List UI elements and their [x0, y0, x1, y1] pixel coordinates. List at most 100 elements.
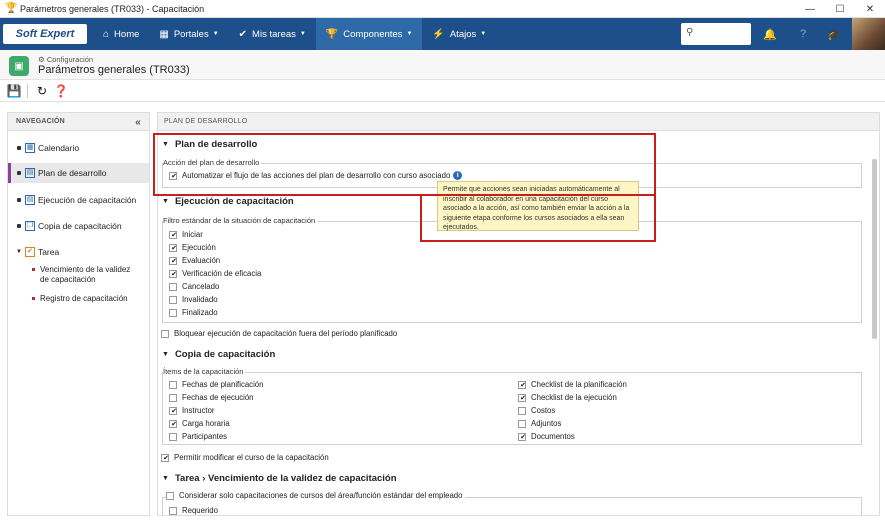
help-icon[interactable]: ?: [790, 18, 816, 50]
checkbox[interactable]: [161, 329, 169, 338]
toolbar-divider: [27, 84, 28, 98]
checkbox[interactable]: [169, 308, 177, 317]
nav-atajos[interactable]: ⚡ Atajos ▼: [422, 18, 496, 50]
filter-option-finalizado[interactable]: Finalizado: [169, 308, 218, 317]
checkbox[interactable]: [169, 295, 177, 304]
minimize-icon[interactable]: —: [795, 0, 825, 18]
copy-item-instructor[interactable]: Instructor: [169, 406, 215, 415]
copy-item-participantes[interactable]: Participantes: [169, 432, 227, 441]
group-label: Filtro estándar de la situación de capac…: [163, 216, 318, 225]
navigation-panel: NAVEGACIÓN « ▦ Calendario ▤ Plan de desa…: [7, 112, 150, 516]
copy-item-fechas-ejecucion[interactable]: Fechas de ejecución: [169, 393, 254, 402]
filter-option-evaluacion[interactable]: Evaluación: [169, 256, 220, 265]
checkbox[interactable]: [169, 380, 177, 389]
section-title: Copia de capacitación: [174, 349, 276, 360]
checkbox-label: Instructor: [182, 406, 215, 415]
save-icon[interactable]: 💾: [6, 83, 22, 99]
bullet-icon: [32, 268, 35, 271]
checkbox-label: Adjuntos: [531, 419, 562, 428]
nav-subitem-registro[interactable]: Registro de capacitación: [32, 294, 145, 304]
filter-option-cancelado[interactable]: Cancelado: [169, 282, 219, 291]
maximize-icon[interactable]: ☐: [825, 0, 855, 18]
avatar[interactable]: [852, 18, 885, 50]
nav-subitem-vencimiento[interactable]: Vencimiento de la validez de capacitació…: [32, 265, 140, 285]
graduation-cap-icon[interactable]: 🎓: [821, 18, 847, 50]
checkbox-label: Fechas de ejecución: [182, 393, 254, 402]
requerido-option[interactable]: Requerido: [169, 506, 218, 515]
nav-item-copia-de-capacitacion[interactable]: ❐ Copia de capacitación: [8, 219, 149, 233]
plan-icon: ▤: [25, 168, 35, 178]
highlight-box-bottom: [156, 194, 420, 196]
section-ejecucion-de-capacitacion[interactable]: ▼ Ejecución de capacitación: [162, 196, 294, 207]
bullet-icon: [32, 297, 35, 300]
checkbox[interactable]: [169, 243, 178, 252]
collapse-icon[interactable]: «: [135, 117, 141, 128]
checkbox[interactable]: [169, 269, 178, 278]
section-copia-de-capacitacion[interactable]: ▼ Copia de capacitación: [162, 349, 275, 360]
filter-option-invalidado[interactable]: Invalidado: [169, 295, 218, 304]
refresh-icon[interactable]: ↻: [34, 83, 50, 99]
window-title: Parámetros generales (TR033) - Capacitac…: [20, 3, 205, 14]
checkbox-label: Considerar solo capacitaciones de cursos…: [179, 491, 463, 500]
filter-option-verificacion[interactable]: Verificación de eficacia: [169, 269, 261, 278]
highlight-box-extension: [420, 194, 656, 242]
bullet-icon: [17, 198, 21, 202]
checkbox[interactable]: [169, 406, 178, 415]
checkbox[interactable]: [161, 453, 170, 462]
block-execution-option[interactable]: Bloquear ejecución de capacitación fuera…: [161, 329, 397, 338]
checkbox[interactable]: [169, 419, 178, 428]
nav-componentes[interactable]: 🏆 Componentes ▼: [315, 18, 423, 50]
checkbox[interactable]: [169, 393, 177, 402]
copy-item-checklist-planificacion[interactable]: Checklist de la planificación: [518, 380, 627, 389]
checkbox[interactable]: [169, 432, 177, 441]
checkbox[interactable]: [518, 406, 526, 415]
checkbox[interactable]: [518, 432, 527, 441]
copy-item-costos[interactable]: Costos: [518, 406, 555, 415]
breadcrumb[interactable]: ⚙ Configuración: [38, 55, 93, 64]
copy-item-checklist-ejecucion[interactable]: Checklist de la ejecución: [518, 393, 617, 402]
checkbox-label: Invalidado: [182, 295, 218, 304]
checkbox[interactable]: [518, 419, 526, 428]
close-icon[interactable]: ✕: [855, 0, 885, 18]
nav-mis-tareas[interactable]: ✔ Mis tareas ▼: [229, 18, 316, 50]
nav-subitem-label: Registro de capacitación: [40, 294, 128, 303]
section-title: Tarea › Vencimiento de la validez de cap…: [174, 473, 397, 484]
copy-item-adjuntos[interactable]: Adjuntos: [518, 419, 561, 428]
nav-item-ejecucion-de-capacitacion[interactable]: ▤ Ejecución de capacitación: [8, 193, 149, 207]
training-icon: ▣: [9, 56, 29, 76]
section-title: Ejecución de capacitación: [174, 196, 294, 207]
checkbox[interactable]: [166, 491, 174, 500]
checkbox[interactable]: [518, 380, 527, 389]
search-input[interactable]: ⚲: [681, 23, 751, 45]
scrollbar[interactable]: [872, 159, 877, 339]
consider-area-function-option[interactable]: Considerar solo capacitaciones de cursos…: [166, 491, 466, 500]
allow-modify-course-option[interactable]: Permitir modificar el curso de la capaci…: [161, 453, 329, 462]
nav-item-label: Plan de desarrollo: [38, 168, 107, 178]
caret-down-icon: ▼: [406, 31, 413, 37]
bell-icon[interactable]: 🔔: [757, 18, 783, 50]
checkbox-label: Carga horaria: [182, 419, 230, 428]
checkbox[interactable]: [169, 256, 178, 265]
nav-mis-tareas-label: Mis tareas: [252, 28, 296, 40]
section-tarea-vencimiento[interactable]: ▼ Tarea › Vencimiento de la validez de c…: [162, 473, 397, 484]
nav-portales[interactable]: ▦ Portales ▼: [149, 18, 228, 50]
copy-item-carga-horaria[interactable]: Carga horaria: [169, 419, 230, 428]
copy-item-documentos[interactable]: Documentos: [518, 432, 575, 441]
softexpert-logo[interactable]: Soft Expert: [3, 24, 87, 44]
nav-item-tarea[interactable]: ▼ ✔ Tarea: [8, 245, 149, 259]
help-icon[interactable]: ❓: [53, 83, 69, 99]
nav-item-plan-de-desarrollo[interactable]: ▤ Plan de desarrollo: [8, 163, 149, 183]
checkbox-label: Cancelado: [182, 282, 220, 291]
breadcrumb-label: Configuración: [46, 55, 94, 64]
checkbox[interactable]: [169, 282, 177, 291]
checkbox[interactable]: [169, 230, 178, 239]
checkbox[interactable]: [518, 393, 527, 402]
checkbox[interactable]: [169, 506, 177, 515]
checkbox-label: Ejecución: [182, 243, 216, 252]
filter-option-ejecucion[interactable]: Ejecución: [169, 243, 216, 252]
nav-home[interactable]: ⌂ Home: [93, 18, 149, 50]
filter-option-iniciar[interactable]: Iniciar: [169, 230, 203, 239]
copy-item-fechas-planificacion[interactable]: Fechas de planificación: [169, 380, 263, 389]
checkbox-label: Checklist de la ejecución: [531, 393, 617, 402]
nav-item-calendario[interactable]: ▦ Calendario: [8, 141, 149, 155]
